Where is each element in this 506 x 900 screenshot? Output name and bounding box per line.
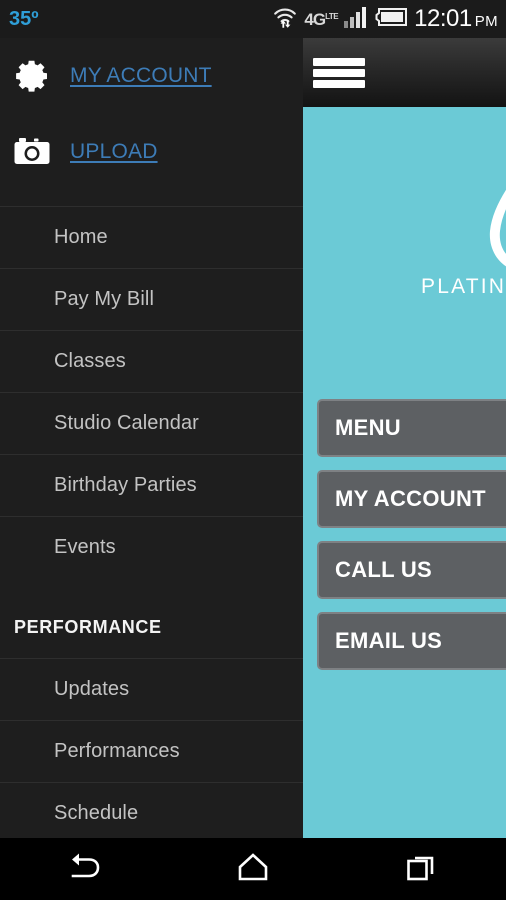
my-account-button-label: MY ACCOUNT: [335, 486, 486, 511]
sidebar-item-label: Performances: [54, 740, 180, 762]
cell-signal-icon: [344, 6, 368, 33]
action-button-stack: MENU MY ACCOUNT CALL US EMAIL US: [317, 399, 506, 683]
home-button[interactable]: [169, 838, 338, 900]
email-us-button[interactable]: EMAIL US: [317, 612, 506, 670]
email-us-button-label: EMAIL US: [335, 628, 443, 653]
drawer-upload-link[interactable]: UPLOAD: [0, 124, 303, 180]
network-type-text: 4G: [304, 9, 326, 29]
sidebar-item-label: Events: [54, 536, 116, 558]
call-us-button[interactable]: CALL US: [317, 541, 506, 599]
drawer-nav-list: Home Pay My Bill Classes Studio Calendar…: [0, 206, 303, 838]
hamburger-bar-1: [313, 57, 365, 66]
hamburger-icon[interactable]: [313, 55, 365, 91]
camera-icon: [14, 134, 50, 170]
app-header-bar: [303, 38, 506, 107]
android-navigation-bar: [0, 838, 506, 900]
menu-button-label: MENU: [335, 415, 401, 440]
navigation-drawer: MY ACCOUNT UPLOAD Home Pay My Bill Class…: [0, 38, 303, 838]
sidebar-section-performance: PERFORMANCE: [0, 596, 303, 658]
my-account-button[interactable]: MY ACCOUNT: [317, 470, 506, 528]
clock-ampm: PM: [474, 13, 498, 30]
sidebar-item-label: Updates: [54, 678, 130, 700]
sidebar-item-updates[interactable]: Updates: [0, 658, 303, 720]
clock-time: 12:01: [414, 5, 472, 32]
sidebar-item-home[interactable]: Home: [0, 206, 303, 268]
sidebar-item-events[interactable]: Events: [0, 516, 303, 578]
sidebar-item-pay-my-bill[interactable]: Pay My Bill: [0, 268, 303, 330]
sidebar-item-label: Classes: [54, 350, 126, 372]
sidebar-item-label: Studio Calendar: [54, 412, 199, 434]
hamburger-bar-2: [313, 68, 365, 77]
platinum-logo-mark: [445, 139, 506, 284]
menu-button[interactable]: MENU: [317, 399, 506, 457]
network-type-sup: LTE: [325, 11, 339, 21]
call-us-button-label: CALL US: [335, 557, 433, 582]
brand-name: PLATINUM: [421, 275, 506, 298]
clock: 12:01 PM: [414, 7, 498, 31]
recents-button[interactable]: [337, 838, 506, 900]
upload-link-label: UPLOAD: [70, 140, 158, 163]
hamburger-bar-3: [313, 79, 365, 88]
sidebar-item-label: Schedule: [54, 801, 139, 824]
sidebar-item-label: Home: [54, 226, 108, 248]
my-account-link-label: MY ACCOUNT: [70, 64, 212, 87]
phone-screen: 35º 4GLTE 12:01 PM PLATIN MENU MY ACCOUN…: [0, 0, 506, 900]
brand-area: PLATINUM: [303, 107, 506, 372]
battery-icon: [374, 7, 408, 32]
network-type-label: 4GLTE: [304, 11, 338, 28]
drawer-my-account-link[interactable]: MY ACCOUNT: [0, 48, 303, 104]
app-content-panel: PLATINUM MENU MY ACCOUNT CALL US EMAIL U…: [303, 38, 506, 838]
home-icon: [238, 852, 268, 886]
sidebar-item-label: Birthday Parties: [54, 474, 197, 496]
back-button[interactable]: [0, 838, 169, 900]
wifi-icon: [272, 5, 298, 34]
sidebar-item-label: Pay My Bill: [54, 288, 155, 310]
status-bar: 35º 4GLTE 12:01 PM: [0, 0, 506, 38]
sidebar-item-birthday-parties[interactable]: Birthday Parties: [0, 454, 303, 516]
temperature-indicator: 35º: [9, 8, 39, 30]
status-bar-right-cluster: 4GLTE 12:01 PM: [272, 5, 506, 34]
sidebar-section-label: PERFORMANCE: [14, 616, 162, 637]
sidebar-item-studio-calendar[interactable]: Studio Calendar: [0, 392, 303, 454]
drawer-divider-gap: [0, 578, 303, 596]
recents-icon: [406, 853, 437, 886]
back-arrow-icon: [67, 852, 101, 887]
sidebar-item-classes[interactable]: Classes: [0, 330, 303, 392]
sidebar-item-performances[interactable]: Performances: [0, 720, 303, 782]
sidebar-item-schedule[interactable]: Schedule: [0, 782, 303, 838]
gear-icon: [14, 58, 50, 94]
